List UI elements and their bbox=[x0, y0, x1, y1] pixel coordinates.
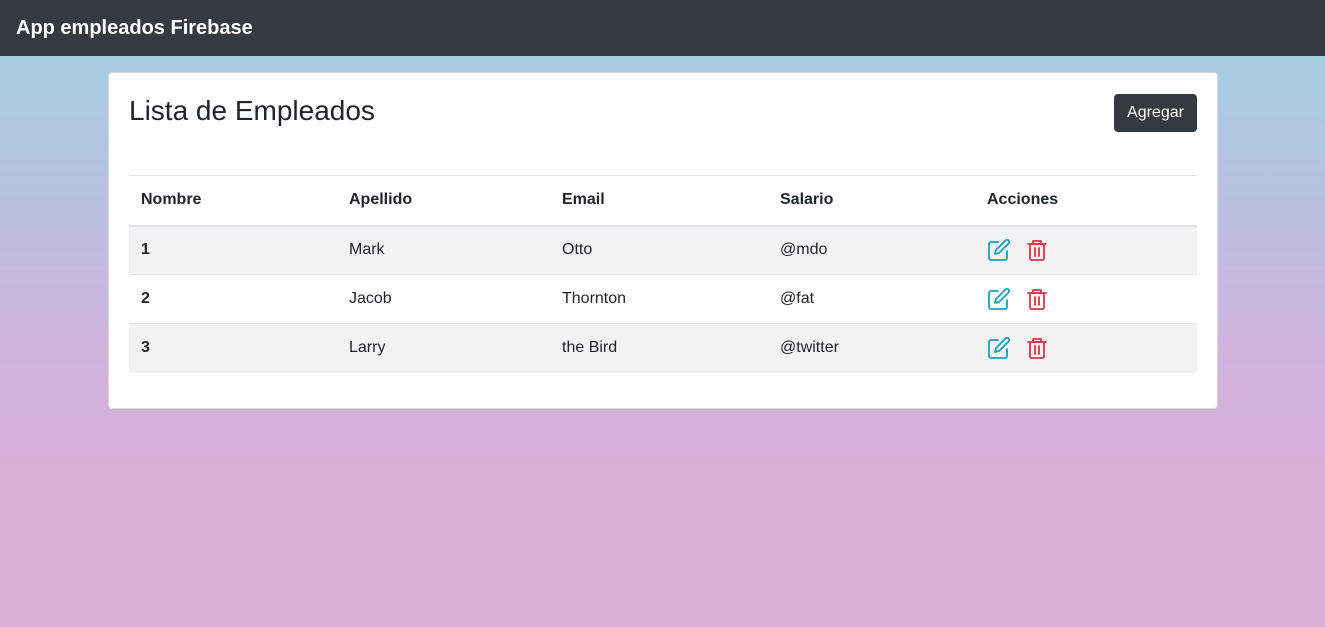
employee-table: Nombre Apellido Email Salario Acciones 1… bbox=[129, 175, 1197, 373]
table-row: 1 Mark Otto @mdo bbox=[129, 225, 1197, 275]
row-last: Otto bbox=[562, 241, 593, 259]
row-first: Mark bbox=[349, 241, 385, 259]
row-actions bbox=[975, 324, 1197, 373]
edit-icon[interactable] bbox=[987, 336, 1011, 360]
table-header-row: Nombre Apellido Email Salario Acciones bbox=[129, 175, 1197, 226]
row-last: the Bird bbox=[562, 339, 618, 357]
navbar-brand[interactable]: App empleados Firebase bbox=[16, 17, 253, 40]
row-first: Jacob bbox=[349, 290, 392, 307]
header-acciones: Acciones bbox=[987, 191, 1059, 209]
edit-icon[interactable] bbox=[987, 238, 1011, 262]
trash-icon[interactable] bbox=[1025, 238, 1049, 262]
trash-icon[interactable] bbox=[1025, 336, 1049, 360]
row-first: Larry bbox=[349, 339, 386, 357]
header-apellido: Apellido bbox=[349, 191, 413, 209]
page-title: Lista de Empleados bbox=[129, 95, 375, 126]
row-last: Thornton bbox=[562, 290, 627, 307]
row-actions bbox=[975, 275, 1197, 324]
row-id: 3 bbox=[141, 339, 150, 357]
row-id: 2 bbox=[141, 290, 150, 307]
trash-icon[interactable] bbox=[1025, 287, 1049, 311]
row-handle: @fat bbox=[780, 290, 815, 307]
table-row: 3 Larry the Bird @twitter bbox=[129, 323, 1197, 373]
row-actions bbox=[975, 226, 1197, 275]
row-handle: @twitter bbox=[780, 339, 839, 357]
table-row: 2 Jacob Thornton @fat bbox=[129, 274, 1197, 324]
navbar: App empleados Firebase bbox=[0, 0, 1325, 56]
header-nombre: Nombre bbox=[141, 191, 202, 209]
row-id: 1 bbox=[141, 241, 150, 259]
header-salario: Salario bbox=[780, 191, 834, 209]
header-email: Email bbox=[562, 191, 605, 209]
row-handle: @mdo bbox=[780, 241, 828, 259]
employee-card: Lista de Empleados Agregar Nombre Apelli… bbox=[108, 72, 1218, 409]
add-employee-button[interactable]: Agregar bbox=[1114, 94, 1197, 132]
edit-icon[interactable] bbox=[987, 287, 1011, 311]
